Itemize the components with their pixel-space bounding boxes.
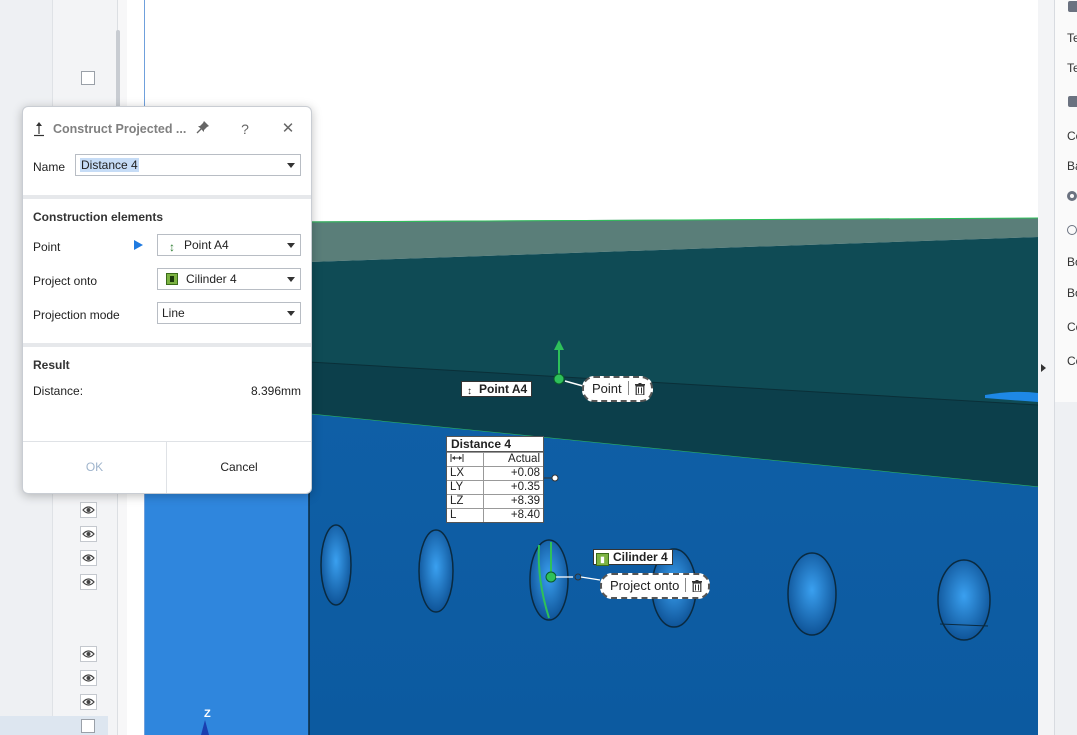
- name-label: Name: [33, 160, 66, 174]
- construct-projected-distance-dialog[interactable]: Construct Projected ... ? ✕ Name Distanc…: [22, 106, 312, 494]
- chevron-down-icon[interactable]: [287, 311, 295, 316]
- chevron-down-icon[interactable]: [287, 277, 295, 282]
- chevron-down-icon[interactable]: [287, 243, 295, 248]
- point-a4-label: Point A4: [479, 382, 528, 396]
- trash-icon[interactable]: [634, 383, 645, 395]
- table-header: Actual: [483, 452, 543, 467]
- project-onto-select[interactable]: Cilinder 4: [157, 268, 301, 290]
- right-panel-item: Bo: [1067, 255, 1077, 269]
- help-button[interactable]: ?: [235, 119, 255, 139]
- divider: [23, 343, 311, 347]
- point-label: Point: [33, 240, 61, 254]
- project-onto-bubble[interactable]: Project onto: [600, 573, 711, 599]
- table-row-key: L: [447, 508, 484, 522]
- right-panel-item: Te: [1067, 61, 1077, 75]
- anchor-dot: [551, 474, 559, 482]
- cylinder-4-tag[interactable]: ▮ Cilinder 4: [593, 549, 673, 566]
- cylinder-4-marker[interactable]: [545, 571, 557, 583]
- right-panel-item: Bo: [1067, 286, 1077, 300]
- dialog-titlebar[interactable]: Construct Projected ... ? ✕: [23, 107, 311, 151]
- right-panel-item: Te: [1067, 31, 1077, 45]
- ok-button[interactable]: OK: [23, 442, 166, 493]
- point-icon: ↕: [467, 386, 472, 397]
- eye-icon[interactable]: [80, 502, 97, 518]
- project-onto-bubble-label: Project onto: [610, 578, 680, 593]
- right-panel-item: Co: [1067, 320, 1077, 334]
- distance-value: 8.396mm: [250, 384, 301, 398]
- eye-icon[interactable]: [80, 646, 97, 662]
- result-heading: Result: [33, 358, 70, 372]
- point-bubble[interactable]: Point: [582, 376, 653, 402]
- point-select-value: Point A4: [184, 238, 229, 252]
- right-panel-item: Co: [1067, 354, 1077, 368]
- table-row-key: LZ: [447, 494, 484, 509]
- divider: [23, 195, 311, 199]
- name-value: Distance 4: [80, 158, 139, 172]
- right-panel-item: Ba: [1067, 159, 1077, 173]
- table-row-value: +8.39: [483, 494, 543, 509]
- point-bubble-label: Point: [592, 381, 622, 396]
- eye-icon[interactable]: [80, 694, 97, 710]
- point-select[interactable]: ↕ Point A4: [157, 234, 301, 256]
- table-row-key: LY: [447, 480, 484, 495]
- cylinder-icon: ▮: [596, 553, 609, 566]
- point-a4-tag[interactable]: ↕ Point A4: [461, 381, 533, 397]
- checkbox-checked[interactable]: [1068, 1, 1077, 12]
- right-panel-item: Co: [1067, 129, 1077, 143]
- properties-panel-lower: [1055, 402, 1077, 735]
- trash-icon[interactable]: [692, 580, 703, 592]
- visibility-checkbox[interactable]: [81, 71, 95, 85]
- eye-icon[interactable]: [80, 526, 97, 542]
- radio-button[interactable]: [1067, 225, 1077, 237]
- bubble-separator: [627, 381, 629, 395]
- point-a4-marker[interactable]: [553, 373, 565, 385]
- hole: [320, 524, 352, 606]
- distance-4-table[interactable]: Distance 4 Actual LX +0.08 LY +0.35 LZ +8.3…: [446, 436, 544, 523]
- cylinder-icon: [166, 273, 178, 285]
- hole: [937, 559, 991, 641]
- project-onto-value: Cilinder 4: [186, 272, 237, 286]
- close-button[interactable]: ✕: [278, 119, 298, 139]
- table-row-value: +8.40: [483, 508, 543, 522]
- hole: [787, 552, 837, 636]
- table-row-key: LX: [447, 466, 484, 481]
- expand-arrow-icon[interactable]: [1041, 364, 1046, 372]
- projection-icon: [34, 122, 44, 137]
- radio-button-selected[interactable]: [1067, 191, 1077, 203]
- table-row-value: +0.08: [483, 466, 543, 481]
- bubble-separator: [685, 578, 687, 592]
- cancel-button[interactable]: Cancel: [167, 442, 311, 493]
- eye-icon[interactable]: [80, 670, 97, 686]
- chevron-down-icon[interactable]: [287, 163, 295, 168]
- hole: [418, 529, 454, 613]
- eye-icon[interactable]: [80, 574, 97, 590]
- pin-icon[interactable]: [193, 119, 213, 139]
- distance-label: Distance:: [33, 384, 84, 398]
- eye-icon[interactable]: [80, 550, 97, 566]
- construction-elements-heading: Construction elements: [33, 210, 164, 224]
- distance-table-title: Distance 4: [447, 437, 543, 452]
- projection-mode-value: Line: [162, 306, 185, 320]
- projection-mode-label: Projection mode: [33, 308, 120, 322]
- table-row-value: +0.35: [483, 480, 543, 495]
- name-field[interactable]: Distance 4: [75, 154, 301, 176]
- point-icon: ↕: [169, 240, 175, 254]
- play-selection-icon[interactable]: [134, 240, 143, 250]
- cylinder-4-label: Cilinder 4: [613, 550, 668, 564]
- project-onto-label: Project onto: [33, 274, 98, 288]
- dialog-title: Construct Projected ...: [53, 122, 187, 136]
- checkbox-checked[interactable]: [1068, 96, 1077, 107]
- z-axis-label: Z: [204, 708, 211, 720]
- visibility-checkbox[interactable]: [81, 719, 95, 733]
- projection-mode-select[interactable]: Line: [157, 302, 301, 324]
- distance-icon: [447, 452, 484, 467]
